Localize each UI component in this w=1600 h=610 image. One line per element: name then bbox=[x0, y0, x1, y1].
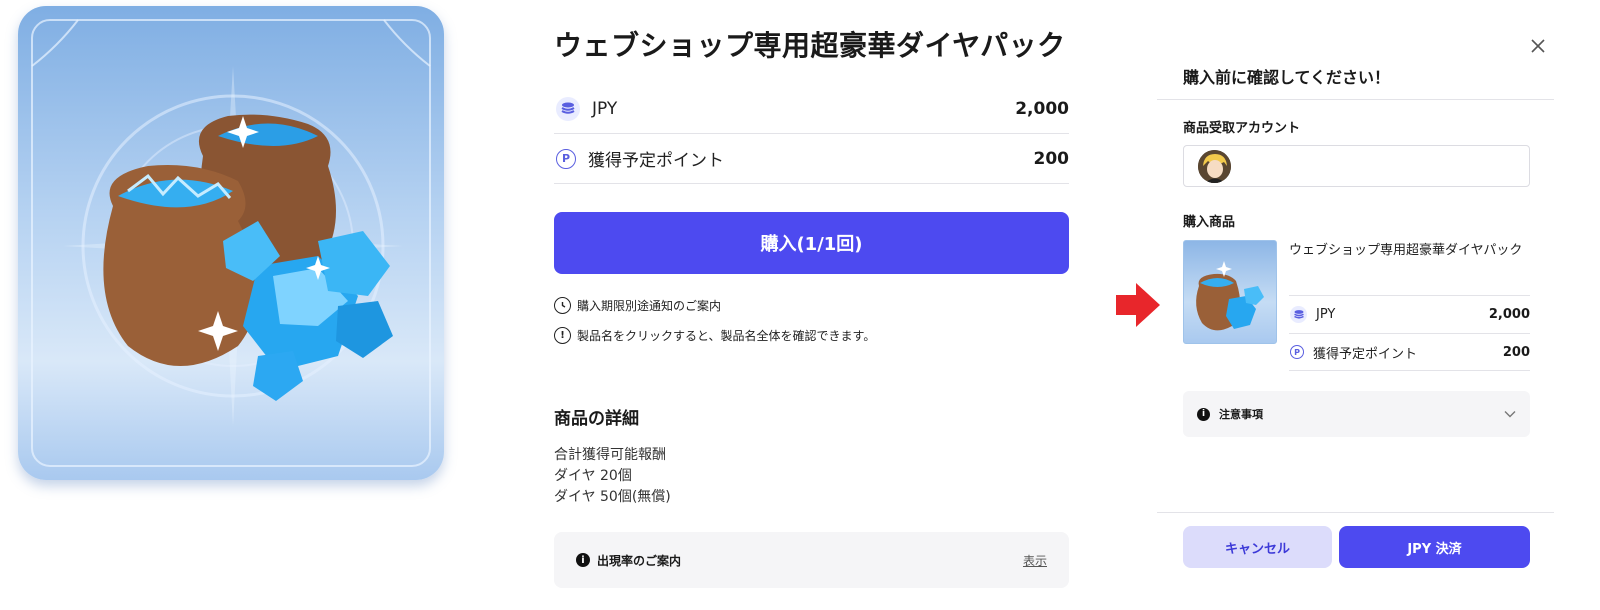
notice-text: 製品名をクリックすると、製品名全体を確認できます。 bbox=[577, 329, 876, 343]
diamond-bags-illustration bbox=[31, 19, 431, 467]
point-p-icon: P bbox=[556, 148, 576, 169]
points-value: 200 bbox=[1033, 148, 1070, 169]
price-value: 2,000 bbox=[1015, 98, 1069, 119]
points-label: 獲得予定ポイント bbox=[1313, 346, 1418, 362]
item-price-row-points: P 獲得予定ポイント 200 bbox=[1289, 333, 1530, 371]
cancel-button[interactable]: キャンセル bbox=[1183, 526, 1332, 568]
info-icon: i bbox=[1197, 407, 1210, 421]
item-name: ウェブショップ専用超豪華ダイヤパック bbox=[1289, 243, 1523, 258]
account-field bbox=[1183, 145, 1530, 187]
item-section-label: 購入商品 bbox=[1183, 215, 1236, 230]
drop-rate-label: 出現率のご案内 bbox=[597, 553, 682, 568]
dialog-title: 購入前に確認してください！ bbox=[1183, 68, 1391, 87]
clock-icon bbox=[554, 297, 571, 314]
coin-stack-icon bbox=[1290, 306, 1307, 323]
price-value: 2,000 bbox=[1488, 307, 1530, 322]
point-p-icon: P bbox=[1290, 345, 1304, 359]
red-arrow-icon bbox=[1116, 283, 1160, 327]
notice-product-name: ! 製品名をクリックすると、製品名全体を確認できます。 bbox=[554, 327, 875, 344]
exclamation-icon: ! bbox=[554, 327, 571, 344]
detail-line: ダイヤ 50個(無償) bbox=[554, 489, 671, 505]
detail-line: 合計獲得可能報酬 bbox=[554, 447, 666, 463]
item-thumbnail bbox=[1183, 240, 1277, 344]
coin-stack-icon bbox=[556, 96, 580, 121]
price-label: JPY bbox=[1316, 307, 1336, 322]
divider bbox=[1157, 512, 1554, 513]
detail-line: ダイヤ 20個 bbox=[554, 468, 632, 484]
product-image bbox=[18, 6, 444, 480]
notice-purchase-deadline: 購入期限別途通知のご案内 bbox=[554, 297, 721, 314]
item-price-row-jpy: JPY 2,000 bbox=[1289, 295, 1530, 333]
buy-button[interactable]: 購入(1/1回) bbox=[554, 212, 1069, 274]
info-icon: i bbox=[576, 553, 590, 567]
points-value: 200 bbox=[1502, 344, 1530, 360]
caution-accordion[interactable]: i 注意事項 bbox=[1183, 391, 1530, 437]
price-row-points: P 獲得予定ポイント 200 bbox=[554, 134, 1069, 184]
notice-text: 購入期限別途通知のご案内 bbox=[577, 299, 722, 313]
account-section-label: 商品受取アカウント bbox=[1183, 121, 1301, 136]
product-title[interactable]: ウェブショップ専用超豪華ダイヤパック bbox=[554, 24, 1066, 64]
drop-rate-box: i 出現率のご案内 表示 bbox=[554, 532, 1069, 588]
divider bbox=[1157, 99, 1554, 100]
chevron-down-icon bbox=[1504, 411, 1516, 418]
points-label: 獲得予定ポイント bbox=[588, 151, 724, 171]
price-label: JPY bbox=[592, 98, 618, 119]
avatar bbox=[1198, 150, 1231, 183]
close-icon[interactable] bbox=[1528, 36, 1548, 56]
price-row-jpy: JPY 2,000 bbox=[554, 84, 1069, 134]
caution-label: 注意事項 bbox=[1219, 408, 1263, 421]
pay-jpy-button[interactable]: JPY 決済 bbox=[1339, 526, 1530, 568]
show-drop-rate-link[interactable]: 表示 bbox=[1023, 552, 1047, 569]
details-heading: 商品の詳細 bbox=[554, 409, 639, 429]
